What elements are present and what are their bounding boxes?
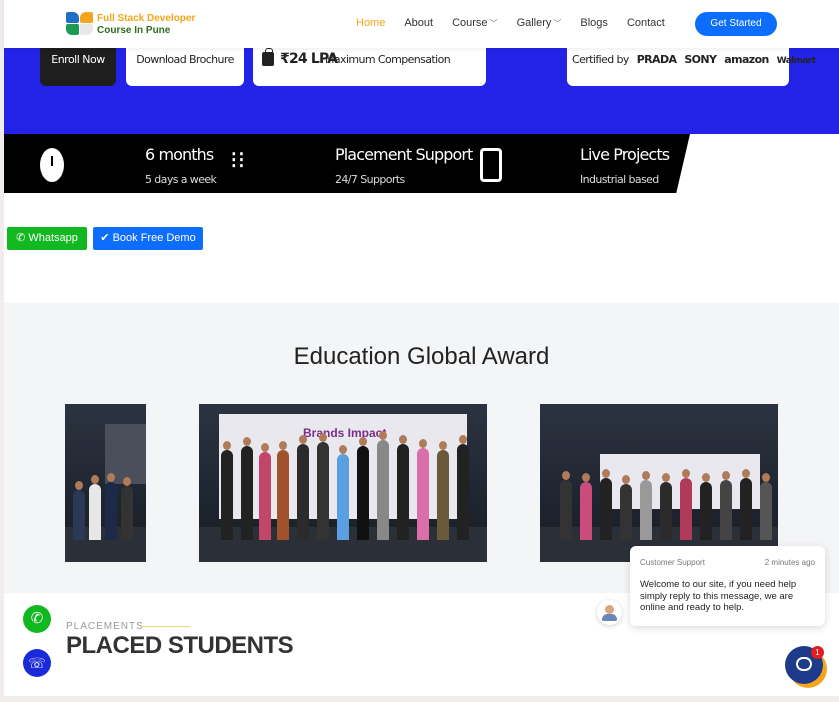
microphone-icon (480, 148, 502, 182)
floating-phone-icon[interactable]: ☏ (23, 649, 51, 677)
feature-title: 6 months (145, 145, 214, 164)
nav-about[interactable]: About (404, 17, 433, 29)
divider (140, 626, 190, 627)
page-bottom (0, 696, 839, 702)
check-icon: ✔ (100, 232, 110, 244)
nav-blogs[interactable]: Blogs (580, 17, 608, 29)
logo-mark-icon (66, 12, 96, 38)
chevron-down-icon: ﹀ (553, 19, 562, 28)
book-demo-label: Book Free Demo (112, 232, 196, 244)
nav-gallery[interactable]: Gallery ﹀ (517, 17, 562, 29)
award-photo[interactable] (65, 404, 146, 562)
award-photo[interactable]: Brands Impact (199, 404, 487, 562)
money-bag-icon (262, 48, 274, 66)
chat-unread-badge: 1 (811, 646, 824, 659)
chat-time: 2 minutes ago (764, 558, 815, 567)
nav-gallery-label: Gallery (516, 17, 552, 29)
award-title: Education Global Award (293, 343, 550, 370)
site-logo[interactable]: Full Stack Developer Course In Pune (66, 12, 206, 38)
floating-whatsapp-icon[interactable]: ✆ (23, 605, 51, 633)
nav-course-label: Course (452, 17, 488, 29)
chevron-down-icon: ﹀ (489, 19, 498, 28)
logo-text: Full Stack Developer Course In Pune (97, 13, 195, 37)
logo-line2: Course In Pune (97, 25, 171, 36)
whatsapp-button[interactable]: ✆ Whatsapp (7, 227, 87, 250)
chat-sender: Customer Support (640, 558, 705, 567)
site-header: Full Stack Developer Course In Pune Home… (4, 0, 839, 48)
certified-row: Certified by PRADA SONY amazon Walmart (572, 53, 816, 66)
footsteps-icon: ⁝⁝ (230, 147, 246, 174)
clock-icon (40, 148, 64, 182)
whatsapp-icon: ✆ (16, 232, 26, 244)
chat-popup[interactable]: Customer Support 2 minutes ago Welcome t… (630, 546, 825, 626)
feature-title: Live Projects (580, 145, 670, 164)
brand-sony: SONY (684, 53, 717, 66)
award-photo[interactable] (540, 404, 778, 562)
whatsapp-label: Whatsapp (28, 232, 78, 244)
chat-message: Welcome to our site, if you need help si… (640, 579, 797, 613)
feature-title: Placement Support (335, 145, 473, 164)
placements-label: PLACEMENTS (66, 621, 144, 632)
main-nav: Home About Course ﹀ Gallery ﹀ Blogs Contac… (356, 17, 665, 29)
brand-amazon: amazon (724, 53, 769, 66)
nav-contact[interactable]: Contact (627, 17, 665, 29)
chat-icon (796, 657, 812, 671)
brand-walmart: Walmart (776, 56, 816, 66)
nav-course[interactable]: Course ﹀ (452, 17, 497, 29)
brand-prada: PRADA (636, 53, 677, 66)
feature-subtitle: 24/7 Supports (335, 173, 405, 186)
get-started-button[interactable]: Get Started (695, 12, 777, 36)
logo-line1: Full Stack Developer (97, 13, 196, 24)
backdrop-brand: Brands Impact (303, 426, 387, 440)
placed-students-title: PLACED STUDENTS (66, 632, 294, 659)
lpa-subtitle: Maximum Compensation (325, 53, 451, 66)
certified-label: Certified by (572, 53, 629, 66)
feature-subtitle: Industrial based (580, 173, 659, 186)
feature-subtitle: 5 days a week (145, 173, 217, 186)
book-demo-button[interactable]: ✔ Book Free Demo (93, 227, 203, 250)
features-strip: 6 months 5 days a week ⁝⁝ Placement Supp… (4, 134, 690, 193)
nav-home[interactable]: Home (356, 17, 385, 29)
support-avatar (597, 600, 622, 625)
